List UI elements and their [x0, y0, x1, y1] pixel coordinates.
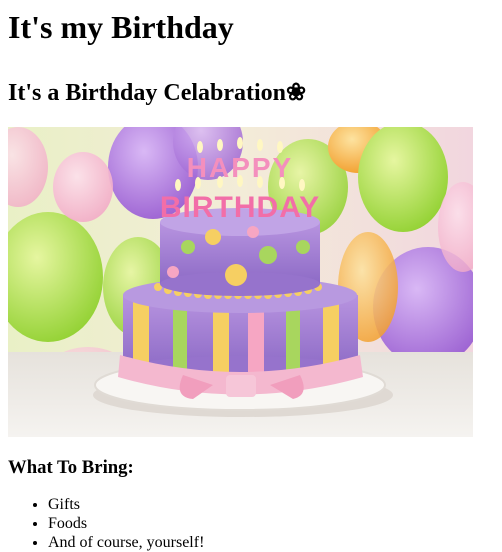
- birthday-cake-image: HAPPY BIRTHDAY: [8, 127, 473, 437]
- cake-topper-birthday: BIRTHDAY: [160, 191, 320, 224]
- what-to-bring-heading: What To Bring:: [8, 457, 134, 478]
- page-subtitle: It's a Birthday Celabration❀: [8, 80, 307, 106]
- page-content: It's my Birthday It's a Birthday Celabra…: [0, 0, 502, 552]
- list-item: Foods: [48, 514, 494, 533]
- list-item: And of course, yourself!: [48, 533, 494, 552]
- list-item: Gifts: [48, 495, 494, 514]
- page-title: It's my Birthday: [8, 9, 234, 45]
- bring-list: Gifts Foods And of course, yourself!: [8, 479, 494, 552]
